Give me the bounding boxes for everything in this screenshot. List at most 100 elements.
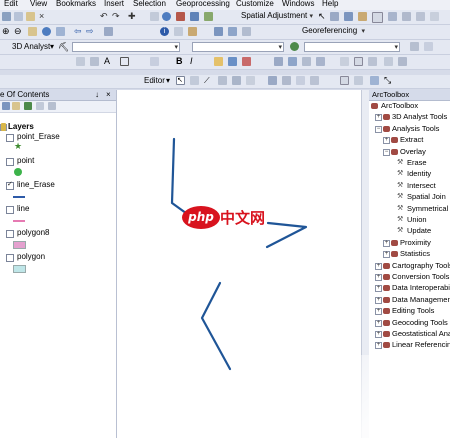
full-extent-icon[interactable] [42, 27, 51, 36]
identify-icon[interactable] [162, 12, 171, 21]
split-icon[interactable] [268, 76, 277, 85]
python-icon[interactable] [190, 12, 199, 21]
layer-dropdown[interactable]: ▾ [72, 42, 180, 52]
select-icon[interactable] [104, 27, 113, 36]
toolset-item[interactable]: Geostatistical Analyst Tools [392, 329, 450, 339]
toolset-item[interactable]: 3D Analyst Tools [392, 112, 447, 122]
table-icon[interactable] [354, 57, 363, 66]
toolset-item[interactable]: Extract [400, 135, 423, 145]
toolset-item[interactable]: Linear Referencing Tools [392, 340, 450, 350]
analyst-3d-menu[interactable]: 3D Analyst [12, 42, 50, 52]
raster-icon[interactable] [340, 57, 349, 66]
layer-symbol-line[interactable] [13, 220, 25, 222]
expand-icon[interactable]: + [383, 239, 390, 247]
zoom-icon[interactable] [388, 12, 397, 21]
rotate-feature-icon[interactable] [282, 76, 291, 85]
end-point-arc-icon[interactable] [218, 76, 227, 85]
attributes-icon[interactable] [296, 76, 305, 85]
layer-name[interactable]: point [17, 156, 34, 166]
line-feature[interactable] [265, 221, 308, 249]
select-elements-icon[interactable] [150, 12, 159, 21]
close-icon[interactable]: × [106, 90, 111, 100]
menu-item[interactable]: View [30, 0, 47, 8]
toolset-item[interactable]: Cartography Tools [392, 261, 450, 271]
list-by-selection-icon[interactable] [36, 102, 44, 110]
toolset-item[interactable]: Analysis Tools [392, 124, 439, 134]
layer-checkbox[interactable] [6, 158, 14, 166]
adjust-icon[interactable] [358, 12, 367, 21]
layout-icon[interactable] [384, 57, 393, 66]
add-control-points-icon[interactable] [410, 42, 419, 51]
toolset-item[interactable]: Overlay [400, 147, 426, 157]
redo-icon[interactable]: ↷ [112, 12, 121, 21]
select-features-icon[interactable]: ↖ [318, 12, 327, 21]
scale-tool-icon[interactable]: ⤡ [384, 76, 393, 85]
toolset-item[interactable]: Data Interoperability Tools [392, 283, 450, 293]
toolbox-icon[interactable] [176, 12, 185, 21]
layer-checkbox[interactable] [6, 230, 14, 238]
tool-item[interactable]: Erase [407, 158, 427, 168]
georef-layer-dropdown[interactable]: ▾ [192, 42, 284, 52]
layer-checkbox[interactable]: ✓ [6, 181, 14, 190]
pan-hand-icon[interactable] [28, 27, 37, 36]
font-color-icon[interactable] [242, 57, 251, 66]
toolset-item[interactable]: Conversion Tools [392, 272, 449, 282]
line-feature[interactable] [200, 281, 232, 371]
edit-annotation-icon[interactable] [190, 76, 199, 85]
straight-segment-icon[interactable]: ⟋ [204, 76, 213, 85]
layer-name[interactable]: point_Erase [17, 132, 60, 142]
menu-item[interactable]: Bookmarks [56, 0, 96, 8]
forward-icon[interactable]: ⇨ [86, 27, 95, 36]
tool-item[interactable]: Update [407, 226, 431, 236]
fixed-zoom-in-icon[interactable] [56, 27, 65, 36]
delete-icon[interactable]: × [39, 12, 48, 21]
expand-icon[interactable]: + [375, 274, 382, 281]
field-icon[interactable] [368, 57, 377, 66]
layer-checkbox[interactable] [6, 134, 14, 142]
tool-item[interactable]: Intersect [407, 181, 436, 191]
analyst-tool-icon[interactable]: ⛏ [58, 43, 69, 52]
fill-color-icon[interactable] [214, 57, 223, 66]
copy-icon[interactable] [14, 12, 23, 21]
layer-symbol-rect[interactable] [13, 265, 26, 273]
measure-icon[interactable] [188, 27, 197, 36]
rotate-icon[interactable] [90, 57, 99, 66]
italic-icon[interactable]: I [190, 57, 199, 66]
expand-icon[interactable]: + [375, 262, 382, 270]
create-features-icon[interactable] [340, 76, 349, 85]
back-icon[interactable]: ⇦ [74, 27, 83, 36]
menu-item[interactable]: Edit [4, 0, 18, 8]
zoom-in-icon[interactable]: ⊕ [2, 27, 11, 36]
find-icon[interactable] [174, 27, 183, 36]
info-icon[interactable]: i [160, 27, 169, 36]
layer-symbol-circle[interactable] [14, 168, 22, 176]
model-builder-icon[interactable] [204, 12, 213, 21]
cascade-icon[interactable] [430, 12, 439, 21]
measure-area-icon[interactable] [354, 76, 363, 85]
hyperlink-icon[interactable] [214, 27, 223, 36]
tool-item[interactable]: Union [407, 215, 427, 225]
expand-icon[interactable]: + [375, 285, 382, 293]
expand-icon[interactable]: + [375, 296, 382, 304]
tool-item[interactable]: Spatial Join [407, 192, 446, 202]
editor-menu[interactable]: Editor [144, 76, 165, 86]
toolset-item[interactable]: Proximity [400, 238, 431, 248]
edit-vertices-icon[interactable] [330, 12, 339, 21]
layer-name[interactable]: line_Erase [17, 180, 55, 190]
font-icon[interactable] [150, 57, 159, 66]
layer-name[interactable]: polygon8 [17, 228, 49, 238]
layer-symbol-rect[interactable] [13, 241, 26, 249]
toolset-item[interactable]: Editing Tools [392, 306, 434, 316]
collapse-icon[interactable]: − [383, 148, 390, 156]
layer-checkbox[interactable] [6, 254, 14, 262]
collapse-icon[interactable]: − [375, 125, 382, 133]
scale-dropdown[interactable]: ▾ [304, 42, 400, 52]
snap-icon[interactable] [274, 57, 283, 66]
tool-item[interactable]: Symmetrical Difference [407, 204, 450, 214]
bold-icon[interactable]: B [176, 57, 185, 66]
time-slider-icon[interactable] [242, 27, 251, 36]
menu-item[interactable]: Geoprocessing [176, 0, 230, 8]
layer-symbol-star[interactable]: ★ [14, 141, 22, 152]
edge-snap-icon[interactable] [302, 57, 311, 66]
line-color-icon[interactable] [228, 57, 237, 66]
